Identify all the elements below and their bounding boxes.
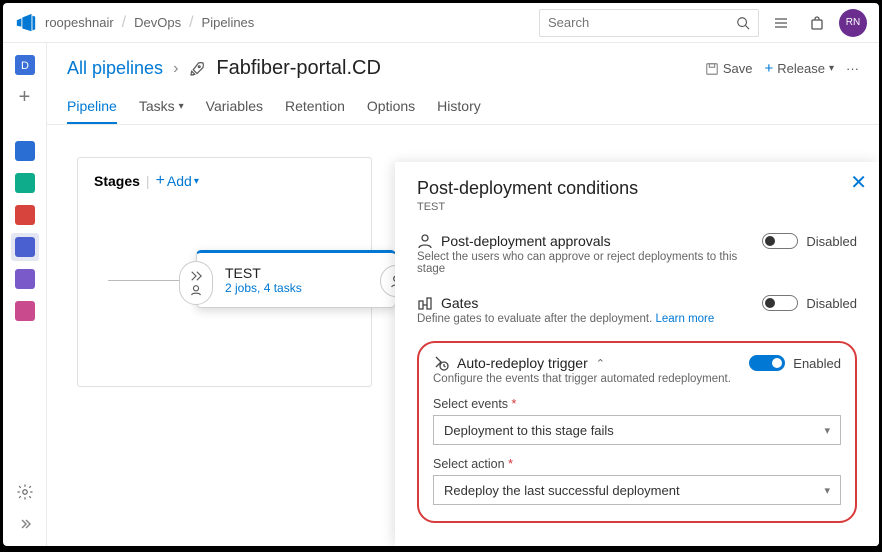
tab-retention[interactable]: Retention — [285, 90, 345, 124]
add-stage-button[interactable]: +Add ▾ — [156, 172, 199, 190]
azure-devops-logo[interactable] — [15, 12, 37, 34]
release-button[interactable]: + Release ▾ — [765, 60, 835, 77]
tab-pipeline[interactable]: Pipeline — [67, 90, 117, 124]
chevron-down-icon: ▾ — [824, 484, 830, 497]
redeploy-title: Auto-redeploy trigger — [457, 355, 588, 371]
stage-card[interactable]: TEST 2 jobs, 4 tasks — [196, 250, 396, 308]
search-box[interactable] — [539, 9, 759, 37]
nav-artifacts[interactable] — [11, 297, 39, 325]
post-deployment-panel: ✕ Post-deployment conditions TEST Post-d… — [395, 162, 879, 546]
search-input[interactable] — [548, 15, 736, 30]
gates-toggle[interactable] — [762, 295, 798, 311]
person-icon — [417, 233, 433, 249]
panel-subtitle: TEST — [417, 201, 857, 213]
chevron-up-icon[interactable]: ⌃ — [596, 357, 605, 370]
tabs: Pipeline Tasks▾ Variables Retention Opti… — [47, 86, 879, 125]
breadcrumb-area[interactable]: Pipelines — [202, 15, 255, 30]
auto-redeploy-highlight: Auto-redeploy trigger ⌃ Configure the ev… — [417, 341, 857, 523]
user-avatar[interactable]: RN — [839, 9, 867, 37]
stages-container: Stages | +Add ▾ TE — [77, 157, 372, 387]
left-nav-rail: D + — [3, 43, 47, 546]
stage-jobs-link[interactable]: 2 jobs, 4 tasks — [225, 281, 302, 295]
chevron-right-icon: › — [173, 60, 178, 78]
chevron-down-icon: ▾ — [194, 176, 199, 187]
all-pipelines-link[interactable]: All pipelines — [67, 58, 163, 79]
select-events-dropdown[interactable]: Deployment to this stage fails ▾ — [433, 415, 841, 445]
gates-learn-more-link[interactable]: Learn more — [655, 313, 714, 325]
approvals-toggle[interactable] — [762, 233, 798, 249]
nav-dashboards[interactable] — [11, 137, 39, 165]
list-icon[interactable] — [767, 9, 795, 37]
approvals-title: Post-deployment approvals — [441, 233, 611, 249]
chevron-down-icon: ▾ — [179, 101, 184, 112]
gates-state: Disabled — [806, 296, 857, 311]
tab-history[interactable]: History — [437, 90, 481, 124]
select-action-dropdown[interactable]: Redeploy the last successful deployment … — [433, 475, 841, 505]
redeploy-state: Enabled — [793, 356, 841, 371]
release-pipeline-icon — [188, 60, 206, 78]
tab-variables[interactable]: Variables — [206, 90, 263, 124]
tab-tasks[interactable]: Tasks▾ — [139, 90, 184, 124]
nav-repos[interactable] — [11, 201, 39, 229]
gates-icon — [417, 295, 433, 311]
nav-test-plans[interactable] — [11, 265, 39, 293]
more-actions-button[interactable]: ··· — [846, 61, 859, 76]
add-project-icon[interactable]: + — [11, 83, 39, 111]
redeploy-toggle[interactable] — [749, 355, 785, 371]
approvals-desc: Select the users who can approve or reje… — [417, 251, 762, 275]
breadcrumb-project[interactable]: DevOps — [134, 15, 181, 30]
settings-icon[interactable] — [11, 478, 39, 506]
panel-title: Post-deployment conditions — [417, 178, 857, 199]
redeploy-icon — [433, 355, 449, 371]
page-title-row: All pipelines › Fabfiber-portal.CD Save … — [47, 43, 879, 86]
stages-label: Stages — [94, 173, 140, 189]
action-label: Select action — [433, 457, 505, 471]
nav-boards[interactable] — [11, 169, 39, 197]
pipeline-name: Fabfiber-portal.CD — [216, 57, 381, 80]
events-label: Select events — [433, 397, 508, 411]
close-panel-button[interactable]: ✕ — [850, 170, 867, 195]
expand-rail-icon[interactable] — [11, 510, 39, 538]
chevron-down-icon: ▾ — [824, 424, 830, 437]
chevron-down-icon: ▾ — [829, 63, 834, 74]
bag-icon[interactable] — [803, 9, 831, 37]
svg-text:D: D — [21, 60, 29, 72]
project-avatar[interactable]: D — [11, 51, 39, 79]
stage-name: TEST — [225, 265, 302, 281]
gates-title: Gates — [441, 295, 478, 311]
breadcrumb-sep: / — [189, 14, 193, 32]
breadcrumb-sep: / — [122, 14, 126, 32]
redeploy-desc: Configure the events that trigger automa… — [433, 373, 749, 385]
top-bar: roopeshnair / DevOps / Pipelines RN — [3, 3, 879, 43]
nav-pipelines[interactable] — [11, 233, 39, 261]
breadcrumb-org[interactable]: roopeshnair — [45, 15, 114, 30]
gates-desc: Define gates to evaluate after the deplo… — [417, 313, 762, 325]
pre-stage-conditions-button[interactable] — [179, 261, 213, 305]
save-button[interactable]: Save — [705, 61, 753, 76]
search-icon[interactable] — [736, 16, 750, 30]
tab-options[interactable]: Options — [367, 90, 415, 124]
approvals-state: Disabled — [806, 234, 857, 249]
